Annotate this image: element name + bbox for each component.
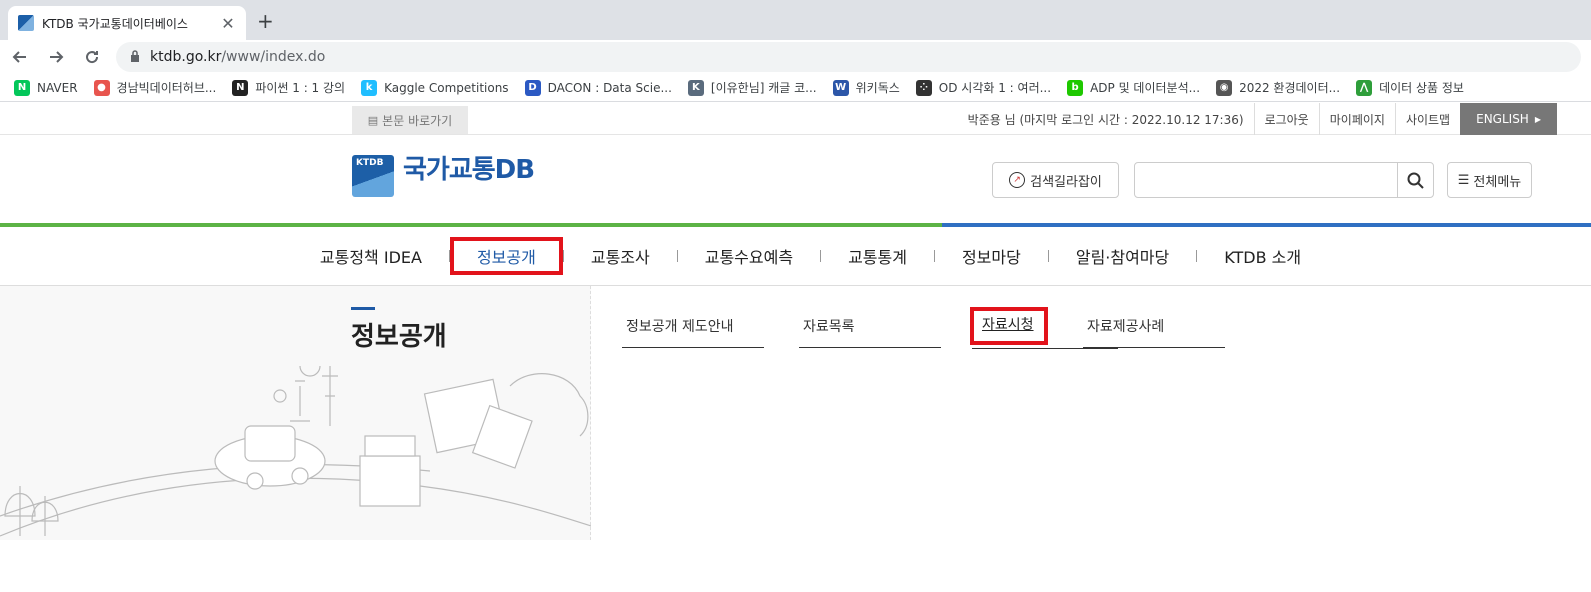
bookmark-item[interactable]: N NAVER [14, 79, 78, 96]
all-menu-label: 전체메뉴 [1473, 174, 1522, 190]
site-header: KTDB 국가교통DB KOREA TRANSPORT DATABASE ↗ 검… [0, 135, 1591, 347]
skip-to-content-link[interactable]: ▤ 본문 바로가기 [352, 106, 468, 134]
nav-demand-forecast[interactable]: 교통수요예측 [678, 237, 820, 275]
submenu-data-request[interactable]: 자료시청 [970, 307, 1048, 345]
url-host: ktdb.go.kr [150, 49, 222, 65]
search-button[interactable] [1397, 163, 1433, 197]
naver-icon: N [14, 79, 30, 96]
all-menu-button[interactable]: ☰ 전체메뉴 [1447, 162, 1532, 198]
bookmarks-bar: N NAVER ● 경남빅데이터허브... N 파이썬 1 : 1 강의 k Kaggle C… [0, 74, 1591, 102]
sub-page-title: 정보공개 [351, 322, 447, 352]
search-guide-button[interactable]: ↗ 검색길라잡이 [992, 162, 1119, 198]
lock-icon [130, 49, 140, 65]
title-accent-bar [351, 307, 375, 310]
logout-link[interactable]: 로그아웃 [1253, 103, 1319, 135]
nav-notice-participation[interactable]: 알림·참여마당 [1049, 237, 1196, 275]
url-input[interactable]: ktdb.go.kr/www/index.do [116, 42, 1581, 72]
bookmark-item[interactable]: ◉ 2022 환경데이터... [1216, 79, 1340, 96]
hub-icon: ● [93, 79, 110, 96]
forward-arrow-icon[interactable] [40, 41, 72, 73]
wikidocs-icon: W [832, 79, 849, 96]
ktdb-logo[interactable]: KTDB 국가교통DB KOREA TRANSPORT DATABASE [352, 155, 562, 347]
bookmark-item[interactable]: D DACON : Data Scie... [524, 79, 672, 96]
bookmark-label: 데이터 상품 정보 [1379, 81, 1464, 95]
address-bar-row: ktdb.go.kr/www/index.do [0, 40, 1591, 74]
bookmark-label: 파이썬 1 : 1 강의 [255, 81, 346, 95]
bookmark-label: 위키독스 [855, 81, 900, 95]
main-navigation: 교통정책 IDEA 정보공개 교통조사 교통수요예측 교통통계 정보마당 알림·… [0, 227, 1591, 286]
hamburger-icon: ☰ [1457, 172, 1470, 188]
browser-tab-strip: KTDB 국가교통데이터베이스 ✕ + [0, 0, 1591, 40]
utility-links: 박준용 님 (마지막 로그인 시간 : 2022.10.12 17:36) 로그… [958, 103, 1557, 135]
bookmark-label: ADP 및 데이터분석... [1090, 81, 1201, 95]
submenu-disclosure-guide[interactable]: 정보공개 제도안내 [622, 314, 764, 348]
submenu-data-cases[interactable]: 자료제공사례 [1083, 314, 1225, 348]
nav-traffic-policy-idea[interactable]: 교통정책 IDEA [293, 237, 449, 275]
data-product-icon: ⋀ [1356, 79, 1373, 96]
bookmark-item[interactable]: K [이유한님] 캐글 코... [687, 79, 817, 96]
sub-page-area: 정보공개 정보공개 제도안내 자료목록 자료시청 자료제공사례 [0, 286, 1591, 540]
ktdb-favicon [18, 15, 34, 31]
city-illustration [0, 366, 591, 537]
ktdb-page: ▤ 본문 바로가기 박준용 님 (마지막 로그인 시간 : 2022.10.12… [0, 103, 1591, 540]
bookmark-item[interactable]: W 위키독스 [832, 79, 900, 96]
blog-icon: b [1067, 79, 1084, 96]
search-icon [1407, 172, 1424, 189]
bookmark-label: 경남빅데이터허브... [116, 81, 217, 95]
submenu-underline [972, 348, 1118, 349]
bookmark-label: Kaggle Competitions [384, 80, 509, 95]
ktdb-logo-mark: KTDB [352, 155, 394, 197]
sitemap-link[interactable]: 사이트맵 [1394, 103, 1460, 135]
bookmark-item[interactable]: k Kaggle Competitions [361, 79, 509, 96]
back-arrow-icon[interactable] [4, 41, 36, 73]
tab-title: KTDB 국가교통데이터베이스 [42, 16, 188, 31]
bookmark-label: DACON : Data Scie... [547, 80, 672, 95]
bookmark-label: NAVER [37, 80, 78, 95]
bookmark-label: [이유한님] 캐글 코... [710, 81, 817, 95]
bookmark-item[interactable]: b ADP 및 데이터분석... [1067, 79, 1200, 96]
bookmark-item[interactable]: ⁘ OD 시각화 1 : 여러... [915, 79, 1052, 96]
browser-tab[interactable]: KTDB 국가교통데이터베이스 ✕ [8, 6, 246, 40]
new-tab-button[interactable]: + [257, 9, 274, 33]
bookmark-label: 2022 환경데이터... [1239, 81, 1341, 95]
utility-bar: ▤ 본문 바로가기 박준용 님 (마지막 로그인 시간 : 2022.10.12… [0, 103, 1591, 135]
dots-icon: ⁘ [915, 79, 932, 96]
document-icon: ▤ [367, 113, 379, 127]
submenu-data-list[interactable]: 자료목록 [799, 314, 941, 348]
sub-menu: 정보공개 제도안내 자료목록 자료시청 자료제공사례 [622, 307, 1260, 348]
mypage-link[interactable]: 마이페이지 [1318, 103, 1395, 135]
site-search-input[interactable] [1135, 163, 1395, 197]
user-login-info: 박준용 님 (마지막 로그인 시간 : 2022.10.12 17:36) [967, 112, 1244, 127]
caret-right-icon: ▶ [1534, 114, 1541, 124]
logo-title: 국가교통DB [403, 155, 535, 185]
sub-visual-panel: 정보공개 [0, 286, 591, 540]
nav-info-plaza[interactable]: 정보마당 [935, 237, 1048, 275]
close-tab-icon[interactable]: ✕ [220, 14, 236, 33]
url-path: /www/index.do [221, 49, 326, 65]
english-link[interactable]: ENGLISH ▶ [1460, 103, 1557, 135]
bookmark-item[interactable]: ⋀ 데이터 상품 정보 [1356, 79, 1464, 96]
notion-icon: N [232, 79, 249, 96]
dacon-icon: D [524, 79, 541, 96]
skip-label: 본문 바로가기 [382, 113, 453, 128]
compass-icon: ↗ [1009, 172, 1026, 188]
search-guide-label: 검색길라잡이 [1030, 174, 1102, 190]
nav-traffic-survey[interactable]: 교통조사 [564, 237, 677, 275]
nav-traffic-statistics[interactable]: 교통통계 [821, 237, 934, 275]
globe-icon: ◉ [1216, 79, 1233, 96]
site-search [1134, 162, 1434, 198]
bookmark-label: OD 시각화 1 : 여러... [938, 81, 1052, 95]
bookmark-k-icon: K [687, 79, 704, 96]
nav-info-disclosure[interactable]: 정보공개 [449, 237, 563, 275]
bookmark-item[interactable]: N 파이썬 1 : 1 강의 [232, 79, 345, 96]
english-label: ENGLISH [1476, 112, 1529, 126]
kaggle-icon: k [361, 79, 378, 96]
bookmark-item[interactable]: ● 경남빅데이터허브... [93, 79, 217, 96]
reload-icon[interactable] [76, 41, 108, 73]
nav-about-ktdb[interactable]: KTDB 소개 [1197, 237, 1328, 275]
